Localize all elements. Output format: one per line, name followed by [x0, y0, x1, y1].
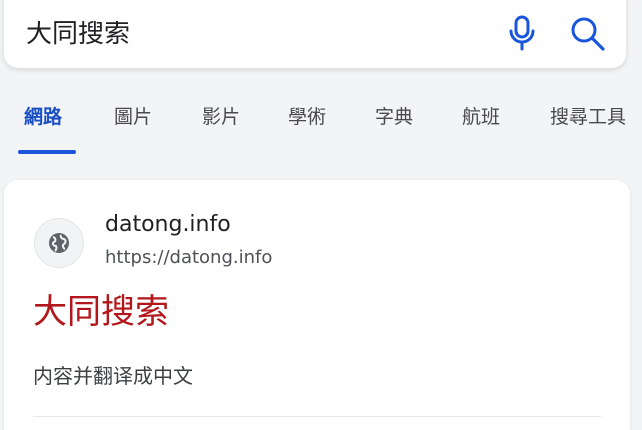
- tab-dictionary[interactable]: 字典: [375, 108, 413, 127]
- tab-scholar[interactable]: 學術: [288, 108, 326, 127]
- search-input[interactable]: 大同搜索: [26, 21, 504, 47]
- active-tab-indicator: [18, 150, 76, 154]
- tab-videos[interactable]: 影片: [202, 108, 240, 127]
- result-snippet: 内容并翻译成中文: [33, 364, 193, 388]
- result-title-link[interactable]: 大同搜索: [33, 293, 169, 331]
- search-icon[interactable]: [568, 14, 608, 54]
- tab-search-tools[interactable]: 搜尋工具: [550, 108, 626, 127]
- result-site-name[interactable]: datong.info: [105, 212, 231, 237]
- tab-flights[interactable]: 航班: [462, 108, 500, 127]
- tab-images[interactable]: 圖片: [114, 108, 152, 127]
- tab-web[interactable]: 網路: [24, 108, 62, 127]
- search-tabs: 網路 圖片 影片 學術 字典 航班 搜尋工具: [0, 94, 642, 156]
- result-url[interactable]: https://datong.info: [105, 248, 272, 268]
- result-divider: [33, 416, 601, 417]
- search-result-card: datong.info https://datong.info 大同搜索 内容并…: [4, 180, 630, 430]
- globe-icon: [34, 218, 84, 268]
- search-results-page: 大同搜索 網路 圖片 影片 學術 字典 航班 搜尋工具 datong.info …: [0, 0, 642, 430]
- search-bar[interactable]: 大同搜索: [4, 0, 626, 68]
- microphone-icon[interactable]: [504, 14, 540, 54]
